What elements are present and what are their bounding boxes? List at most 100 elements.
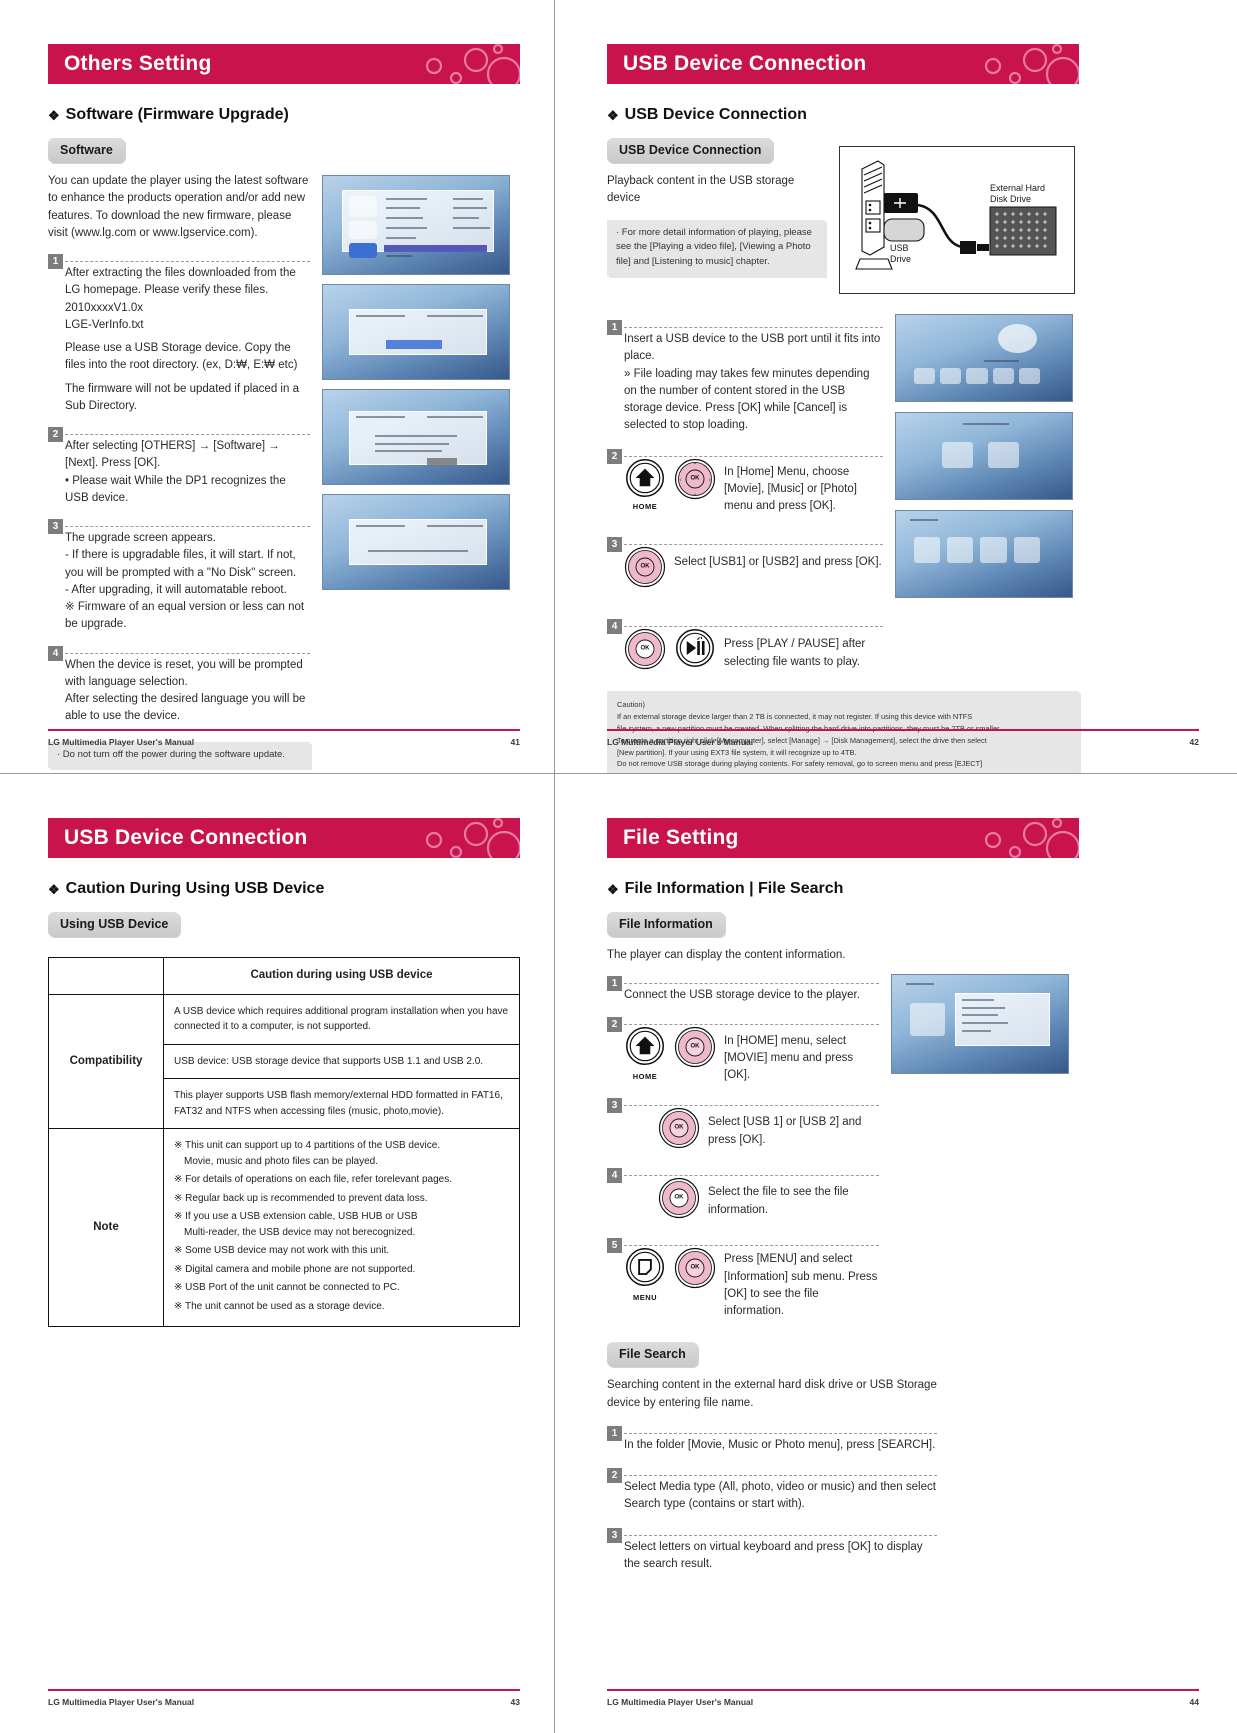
step-number: 3 xyxy=(607,1098,622,1114)
step-number: 2 xyxy=(48,427,63,442)
step-2: 2 After selecting [OTHERS] → [Software] … xyxy=(48,427,310,507)
diamond-bullet-icon: ❖ xyxy=(48,107,60,123)
footer-page-number: 41 xyxy=(510,737,520,747)
step-number: 5 xyxy=(607,1238,622,1254)
step-number: 2 xyxy=(607,1468,622,1483)
step-number: 2 xyxy=(607,448,622,464)
play-pause-key xyxy=(674,628,716,673)
svg-text:⌄: ⌄ xyxy=(692,491,697,497)
footer-manual-name: LG Multimedia Player User's Manual xyxy=(48,737,195,747)
page-43: USB Device Connection ❖ Caution During U… xyxy=(0,774,554,1733)
menu-key-label: MENU xyxy=(632,1293,658,1303)
list-item: ※ This unit can support up to 4 partitio… xyxy=(174,1140,441,1167)
table-row-label-compatibility: Compatibility xyxy=(48,993,164,1130)
step-4: 4 OK Press [PLAY / PAUSE] after selectin… xyxy=(607,619,883,675)
dpad-key: OK ⌃ ⌄ ‹ › xyxy=(674,458,716,505)
external-hdd-label: External Hard Disk Drive xyxy=(990,183,1046,205)
svg-text:OK: OK xyxy=(641,564,651,570)
menu-key: MENU xyxy=(624,1247,666,1302)
banner-title: Others Setting xyxy=(64,52,212,75)
step-divider xyxy=(624,1245,879,1247)
section-heading: ❖ File Information | File Search xyxy=(607,880,844,897)
page-footer: LG Multimedia Player User's Manual 41 xyxy=(48,729,520,747)
dpad-key: OK xyxy=(624,546,666,593)
step-divider xyxy=(65,261,310,262)
page-banner: File Setting xyxy=(607,818,1079,858)
intro-paragraph: Playback content in the USB storage devi… xyxy=(607,175,795,205)
svg-text:OK: OK xyxy=(691,1043,701,1049)
list-item: ※ The unit cannot be used as a storage d… xyxy=(174,1300,385,1312)
page-footer: LG Multimedia Player User's Manual 44 xyxy=(607,1689,1199,1707)
step-3: 3 The upgrade screen appears. - If there… xyxy=(48,519,310,634)
table-row-label-note: Note xyxy=(48,1128,164,1328)
step-text: Select the file to see the file informat… xyxy=(708,1186,849,1216)
info-note: · For more detail information of playing… xyxy=(607,219,825,276)
dpad-ok-icon: OK xyxy=(624,547,666,588)
step-text: In [HOME] menu, select [MOVIE] menu and … xyxy=(724,1034,854,1082)
dpad-key: OK xyxy=(658,1177,700,1224)
home-key-caption: HOME xyxy=(632,501,658,511)
svg-text:⌃: ⌃ xyxy=(692,462,697,469)
step-number: 4 xyxy=(607,1168,622,1184)
play-pause-icon xyxy=(676,629,714,668)
svg-text:OK: OK xyxy=(675,1195,685,1201)
usb-connection-diagram: USB Drive External Hard Disk Drive xyxy=(839,146,1075,294)
step-text: In [Home] Menu, choose [Movie], [Music] … xyxy=(724,465,857,513)
home-icon xyxy=(626,458,664,497)
bubble-decoration-icon xyxy=(400,44,520,84)
step-text: Select Media type (All, photo, video or … xyxy=(624,1481,936,1511)
section-heading: ❖ USB Device Connection xyxy=(607,106,807,123)
section-heading: ❖ Caution During Using USB Device xyxy=(48,880,325,897)
svg-text:OK: OK xyxy=(675,1125,685,1131)
usb-caution-table: Caution during using USB device Compatib… xyxy=(48,957,520,1328)
step-3: 3 OK Select [USB1] or [USB2] and press [… xyxy=(607,537,883,593)
list-item: ※ USB Port of the unit cannot be connect… xyxy=(174,1282,400,1294)
bubble-decoration-icon xyxy=(959,818,1079,858)
step-1: 1 Insert a USB device to the USB port un… xyxy=(607,320,883,435)
diamond-bullet-icon: ❖ xyxy=(48,881,60,897)
caution-line: Do not remove USB storage during playing… xyxy=(617,759,983,769)
table-cell: USB device: USB storage device that supp… xyxy=(163,1043,520,1080)
note-list: ※ This unit can support up to 4 partitio… xyxy=(174,1138,509,1314)
subsection-tag-file-search: File Search xyxy=(607,1342,698,1368)
home-key-label: HOME xyxy=(632,1071,658,1081)
step-2: 2 home HOME xyxy=(607,448,883,516)
table-row: Compatibility A USB device which require… xyxy=(48,993,520,1130)
footer-manual-name: LG Multimedia Player User's Manual xyxy=(607,1697,754,1707)
bubble-decoration-icon xyxy=(400,818,520,858)
step-text: The firmware will not be updated if plac… xyxy=(65,382,299,412)
step-number: 4 xyxy=(48,645,63,661)
page-42: USB Device Connection ❖ USB Device Conne… xyxy=(555,0,1237,773)
table-cell-notes: ※ This unit can support up to 4 partitio… xyxy=(163,1128,520,1328)
svg-text:‹: ‹ xyxy=(680,477,682,483)
table-row: Note ※ This unit can support up to 4 par… xyxy=(48,1128,520,1328)
svg-text:OK: OK xyxy=(641,646,651,652)
subsection-tag-software: Software xyxy=(48,138,125,163)
home-icon xyxy=(626,1026,664,1065)
step-text: The upgrade screen appears. - If there i… xyxy=(65,532,305,631)
step-text: Press [PLAY / PAUSE] after selecting fil… xyxy=(724,638,866,668)
table-cell: A USB device which requires additional p… xyxy=(163,993,520,1045)
table-header-cell: Caution during using USB device xyxy=(163,957,520,995)
footer-manual-name: LG Multimedia Player User's Manual xyxy=(48,1697,195,1707)
intro-paragraph: The player can display the content infor… xyxy=(607,949,846,961)
page-44: File Setting ❖ File Information | File S… xyxy=(555,774,1237,1733)
step-text: Select letters on virtual keyboard and p… xyxy=(624,1540,923,1570)
search-step-2: 2 Select Media type (All, photo, video o… xyxy=(607,1468,937,1514)
intro-paragraph-2: Searching content in the external hard d… xyxy=(607,1379,937,1409)
home-key: HOME xyxy=(624,1026,666,1081)
step-3: 3 OK Select [USB 1] or [USB 2] and press… xyxy=(607,1098,879,1154)
usb-drive-label: USB Drive xyxy=(890,243,912,265)
svg-text:›: › xyxy=(709,477,711,483)
step-4: 4 OK Select the file to see the file inf… xyxy=(607,1168,879,1224)
dpad-key: OK xyxy=(624,628,666,675)
table-cell: This player supports USB flash memory/ex… xyxy=(163,1078,520,1130)
home-key: home HOME xyxy=(624,458,666,511)
tv-screenshot-usb-select xyxy=(895,412,1073,500)
list-item: ※ For details of operations on each file… xyxy=(174,1174,452,1186)
step-text: After selecting [OTHERS] → [Software] → … xyxy=(65,440,286,504)
step-5: 5 MENU OK Press [MENU] and select [Infor… xyxy=(607,1238,879,1320)
step-divider xyxy=(65,434,310,435)
step-text: In the folder [Movie, Music or Photo men… xyxy=(624,1438,936,1451)
page-41: Others Setting ❖ Software (Firmware Upgr… xyxy=(0,0,554,773)
